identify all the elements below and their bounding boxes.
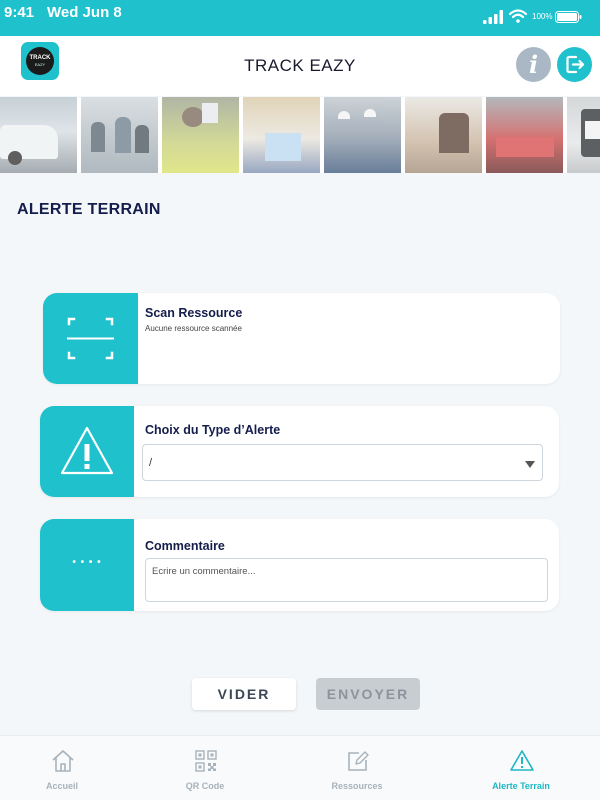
comment-icon-box: • • • •	[40, 519, 134, 611]
logout-button[interactable]	[557, 47, 592, 82]
nav-item-home[interactable]: Accueil	[0, 736, 137, 800]
warning-triangle-icon	[60, 426, 114, 475]
banner-photo-office	[81, 97, 158, 173]
dropdown-arrow-icon	[525, 461, 535, 468]
cellular-signal-icon	[483, 10, 503, 24]
status-date: Wed Jun 8	[47, 4, 122, 21]
warning-icon	[510, 750, 534, 771]
nav-item-qr-code[interactable]: QR Code	[130, 736, 280, 800]
battery-percentage: 100%	[532, 12, 553, 21]
more-dots-icon: • • • •	[72, 557, 102, 568]
edit-icon	[348, 751, 369, 771]
banner-photo-tablet-laptop	[243, 97, 320, 173]
scan-icon-box[interactable]	[43, 293, 138, 384]
nav-item-resources[interactable]: Ressources	[282, 736, 432, 800]
banner-photo-worker-tablet	[162, 97, 239, 173]
banner-photo-tools	[486, 97, 563, 173]
banner-photo-engineers	[324, 97, 401, 173]
comment-input[interactable]	[145, 558, 548, 602]
info-button[interactable]: i	[516, 47, 551, 82]
app-header: TRACK EAZY TRACK EAZY i	[0, 36, 600, 96]
app-title: TRACK EAZY	[244, 56, 356, 75]
alert-type-select[interactable]: /	[142, 444, 543, 481]
home-icon	[52, 750, 74, 772]
logout-icon	[566, 55, 585, 74]
nav-label-resources: Ressources	[331, 781, 383, 791]
nav-label-home: Accueil	[45, 781, 78, 791]
status-time: 9:41	[4, 4, 35, 21]
banner-photo-counter	[405, 97, 482, 173]
nav-label-alerte-terrain: Alerte Terrain	[492, 781, 550, 791]
nav-label-qr-code: QR Code	[185, 781, 225, 791]
alert-type-card: Choix du Type d’Alerte /	[40, 406, 559, 497]
alert-type-selected-value: /	[149, 457, 153, 469]
clear-button[interactable]: VIDER	[192, 678, 296, 710]
send-button[interactable]: ENVOYER	[316, 678, 420, 710]
banner-photo-qr-phone	[567, 97, 600, 173]
photo-banner	[0, 97, 600, 173]
comment-title: Commentaire	[145, 539, 225, 553]
wifi-icon	[509, 9, 527, 23]
nav-item-alerte-terrain[interactable]: Alerte Terrain	[446, 736, 596, 800]
qr-code-icon	[195, 750, 217, 772]
bottom-navigation: Accueil QR Code Ressources Alerte Terrai…	[0, 735, 600, 800]
page-title: ALERTE TERRAIN	[17, 201, 161, 218]
status-bar: 9:41 Wed Jun 8 100%	[0, 0, 600, 36]
banner-photo-van	[0, 97, 77, 173]
scan-resource-card[interactable]: Scan Ressource Aucune ressource scannée	[43, 293, 560, 384]
scan-resource-subtitle: Aucune ressource scannée	[145, 324, 242, 333]
battery-icon	[555, 11, 582, 23]
scan-frame-icon	[67, 317, 114, 360]
alert-type-title: Choix du Type d’Alerte	[145, 423, 281, 437]
comment-card: • • • • Commentaire	[40, 519, 559, 611]
alert-icon-box	[40, 406, 134, 497]
scan-resource-title: Scan Ressource	[145, 306, 243, 320]
